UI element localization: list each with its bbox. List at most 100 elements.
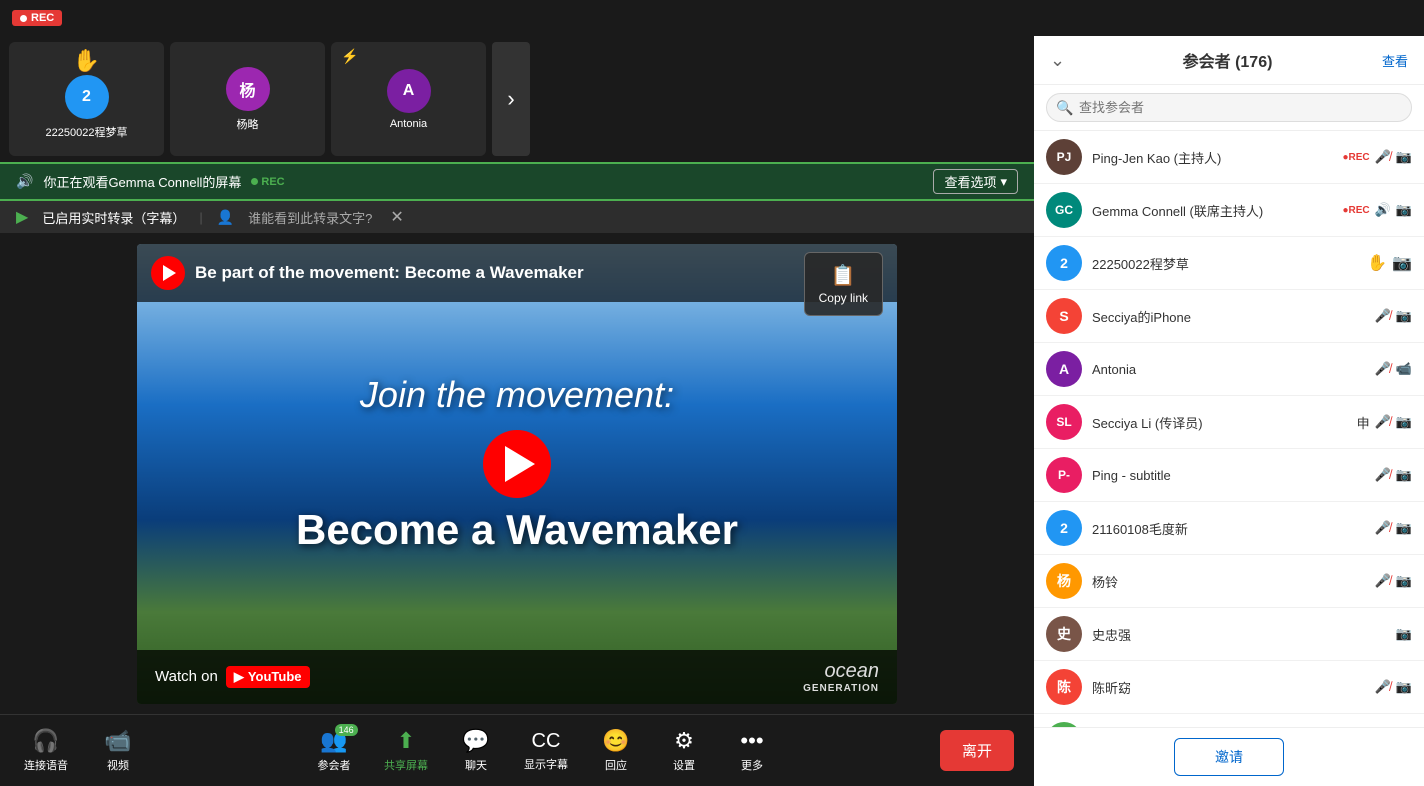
participant-name-1: 22250022程梦草 bbox=[42, 124, 132, 140]
transcript-banner: ▶ 已启用实时转录（字幕） | 👤 谁能看到此转录文字? ✕ bbox=[0, 201, 1034, 233]
youtube-footer: Watch on ▶ YouTube ocean GENERATION bbox=[137, 650, 897, 704]
speaker-icon: 🔊 bbox=[16, 173, 33, 190]
panel-header: ⌄ 参会者 (176) 查看 bbox=[1034, 36, 1424, 85]
list-item: 史 史忠强 📷 bbox=[1034, 608, 1424, 661]
participants-strip: ✋ 2 22250022程梦草 杨 杨略 ⚡ A Antonia › bbox=[0, 36, 1034, 162]
avatar: S bbox=[1046, 298, 1082, 334]
list-item: A Antonia 🎤̸ 📹 bbox=[1034, 343, 1424, 396]
play-button[interactable] bbox=[483, 430, 551, 498]
participant-controls: 🎤̸ 📹 bbox=[1375, 361, 1412, 377]
ocean-generation-logo: ocean GENERATION bbox=[803, 660, 879, 694]
participant-name: Ping-Jen Kao (主持人) bbox=[1092, 148, 1332, 167]
audio-icon: 🎧 bbox=[32, 728, 59, 754]
list-item: P- Ping - subtitle 🎤̸ 📷 bbox=[1034, 449, 1424, 502]
participant-name: Secciya的iPhone bbox=[1092, 307, 1365, 326]
transcript-close-button[interactable]: ✕ bbox=[390, 207, 403, 227]
view-link[interactable]: 查看 bbox=[1382, 51, 1408, 70]
transcript-divider: | bbox=[199, 210, 202, 225]
copy-icon: 📋 bbox=[831, 263, 856, 288]
chat-button[interactable]: 💬 聊天 bbox=[450, 728, 502, 773]
avatar: 史 bbox=[1046, 616, 1082, 652]
participant-tile-3: ⚡ A Antonia bbox=[331, 42, 486, 156]
participant-controls: 🎤̸ 📷 bbox=[1375, 308, 1412, 324]
lightning-icon: ⚡ bbox=[341, 48, 358, 65]
participant-controls: ●REC 🎤̸ 📷 bbox=[1342, 149, 1412, 165]
participant-name: Gemma Connell (联席主持人) bbox=[1092, 201, 1332, 220]
copy-link-button[interactable]: 📋 Copy link bbox=[804, 252, 883, 316]
screen-share-rec: REC bbox=[251, 176, 284, 188]
search-icon: 🔍 bbox=[1056, 99, 1073, 116]
video-text-bottom: Become a Wavemaker bbox=[296, 506, 738, 554]
share-screen-button[interactable]: ⬆ 共享屏幕 bbox=[378, 728, 434, 773]
participant-controls: ✋ 📷 bbox=[1367, 253, 1412, 273]
avatar: P- bbox=[1046, 457, 1082, 493]
video-title: Be part of the movement: Become a Wavema… bbox=[195, 263, 584, 283]
audio-button[interactable]: 🎧 连接语音 bbox=[20, 728, 72, 773]
youtube-logo bbox=[151, 256, 185, 290]
search-input[interactable] bbox=[1046, 93, 1412, 122]
right-panel: ⌄ 参会者 (176) 查看 🔍 PJ Ping-Jen Kao (主持人) ●… bbox=[1034, 36, 1424, 786]
rec-dot bbox=[20, 15, 27, 22]
avatar-2: 杨 bbox=[226, 67, 270, 111]
participant-controls: 🎤̸ 📷 bbox=[1375, 520, 1412, 536]
bottom-bar: 🎧 连接语音 📹 视频 👥 146 参会者 ⬆ bbox=[0, 714, 1034, 786]
avatar: PJ bbox=[1046, 139, 1082, 175]
avatar: A bbox=[1046, 351, 1082, 387]
participant-name: Secciya Li (传译员) bbox=[1092, 413, 1347, 432]
share-screen-icon: ⬆ bbox=[397, 728, 415, 754]
settings-icon: ⚙ bbox=[674, 728, 694, 754]
participants-count-badge: 146 bbox=[335, 724, 358, 736]
participant-controls: ●REC 🔊 📷 bbox=[1342, 202, 1412, 218]
captions-button[interactable]: CC 显示字幕 bbox=[518, 730, 574, 772]
list-item: PJ Ping-Jen Kao (主持人) ●REC 🎤̸ 📷 bbox=[1034, 131, 1424, 184]
participant-controls: 📷 bbox=[1396, 626, 1412, 642]
transcript-enabled-text: 已启用实时转录（字幕） bbox=[42, 208, 185, 227]
panel-title: 参会者 (176) bbox=[1073, 48, 1382, 72]
transcript-check-icon: ▶ bbox=[16, 207, 28, 227]
captions-icon: CC bbox=[532, 730, 561, 753]
video-overlay: Join the movement: Become a Wavemaker bbox=[137, 294, 897, 634]
participants-list: PJ Ping-Jen Kao (主持人) ●REC 🎤̸ 📷 GC Gemma… bbox=[1034, 131, 1424, 727]
video-button[interactable]: 📹 视频 bbox=[92, 728, 144, 773]
participant-name-3: Antonia bbox=[386, 118, 431, 130]
settings-button[interactable]: ⚙ 设置 bbox=[658, 728, 710, 773]
participant-name: Ping - subtitle bbox=[1092, 468, 1365, 483]
avatar: 杨 bbox=[1046, 563, 1082, 599]
participant-name: Antonia bbox=[1092, 362, 1365, 377]
screen-share-banner: 🔊 你正在观看Gemma Connell的屏幕 REC 查看选项 ▾ bbox=[0, 162, 1034, 201]
youtube-footer-logo: ▶ YouTube bbox=[226, 666, 310, 688]
more-icon: ••• bbox=[740, 728, 763, 754]
list-item: S Secciya的iPhone 🎤̸ 📷 bbox=[1034, 290, 1424, 343]
view-options-button[interactable]: 查看选项 ▾ bbox=[933, 169, 1018, 194]
participant-name: 22250022程梦草 bbox=[1092, 254, 1357, 273]
panel-footer: 邀请 bbox=[1034, 727, 1424, 786]
chat-icon: 💬 bbox=[462, 728, 489, 754]
reactions-button[interactable]: 😊 回应 bbox=[590, 728, 642, 773]
more-button[interactable]: ••• 更多 bbox=[726, 728, 778, 773]
participant-name: 杨铃 bbox=[1092, 572, 1365, 591]
list-item: 2 22250022程梦草 ✋ 📷 bbox=[1034, 237, 1424, 290]
participants-button[interactable]: 👥 146 参会者 bbox=[306, 728, 362, 773]
invite-button[interactable]: 邀请 bbox=[1174, 738, 1284, 776]
chevron-down-icon: ▾ bbox=[1000, 174, 1007, 190]
avatar-3: A bbox=[387, 69, 431, 113]
youtube-header: Be part of the movement: Become a Wavema… bbox=[137, 244, 897, 302]
list-item: 王 王解春 🎤̸ 📷 bbox=[1034, 714, 1424, 727]
participant-name: 陈昕窈 bbox=[1092, 678, 1365, 697]
participant-name-2: 杨略 bbox=[233, 116, 263, 132]
participant-tile-1: ✋ 2 22250022程梦草 bbox=[9, 42, 164, 156]
list-item: GC Gemma Connell (联席主持人) ●REC 🔊 📷 bbox=[1034, 184, 1424, 237]
search-box: 🔍 bbox=[1034, 85, 1424, 131]
next-arrow[interactable]: › bbox=[492, 42, 530, 156]
avatar: SL bbox=[1046, 404, 1082, 440]
avatar: 2 bbox=[1046, 245, 1082, 281]
list-item: 陈 陈昕窈 🎤̸ 📷 bbox=[1034, 661, 1424, 714]
rec-badge: REC bbox=[12, 10, 62, 26]
collapse-icon[interactable]: ⌄ bbox=[1050, 50, 1065, 71]
leave-button[interactable]: 离开 bbox=[940, 730, 1014, 771]
hand-raise-icon: ✋ bbox=[73, 48, 100, 74]
video-text-top: Join the movement: bbox=[360, 374, 674, 416]
participant-name: 21160108毛度新 bbox=[1092, 519, 1365, 538]
transcript-question-text[interactable]: 谁能看到此转录文字? bbox=[248, 208, 372, 227]
video-content: Be part of the movement: Become a Wavema… bbox=[0, 233, 1034, 714]
